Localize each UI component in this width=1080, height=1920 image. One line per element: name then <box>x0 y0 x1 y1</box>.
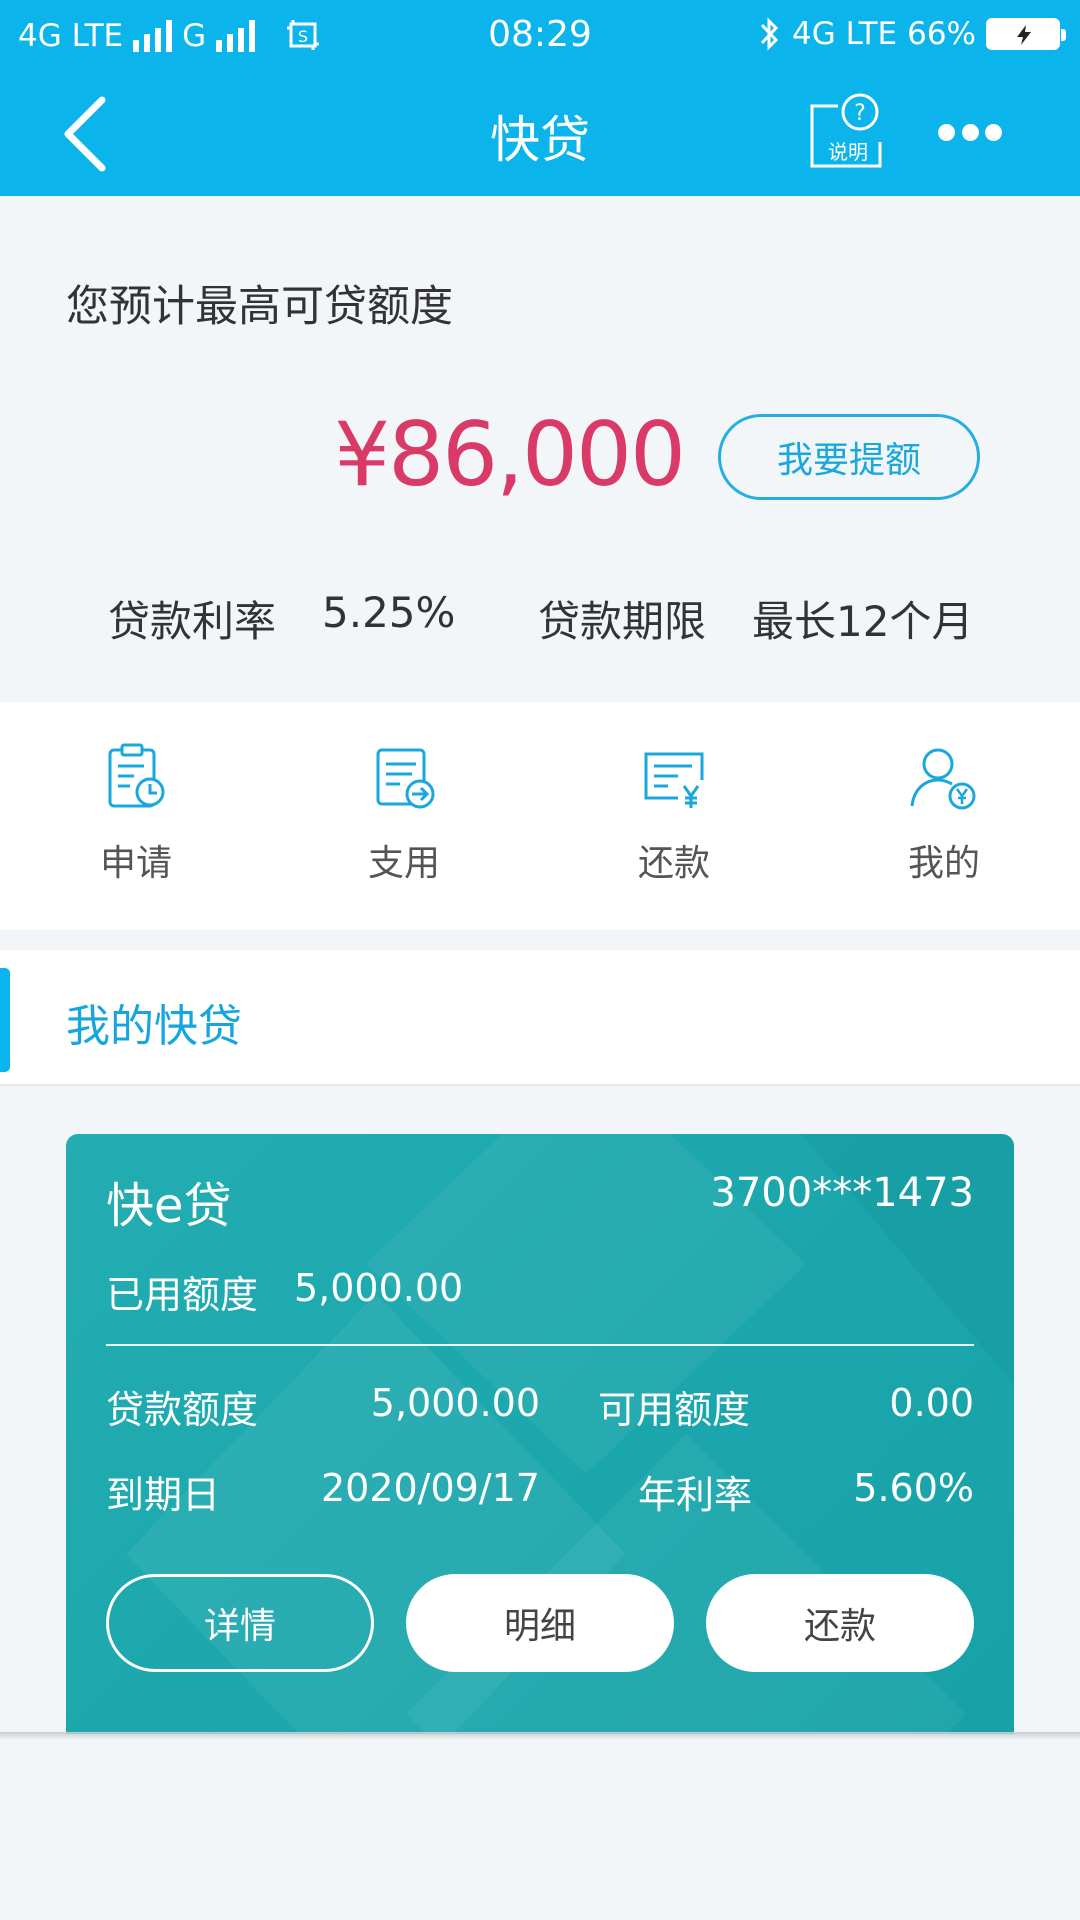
status-right: 4G LTE 66% <box>756 10 1066 58</box>
dot-icon <box>985 123 1002 141</box>
help-label: 说明 <box>828 140 868 164</box>
rate-label: 贷款利率 <box>108 597 277 646</box>
repay-button[interactable]: 还款 <box>706 1574 974 1672</box>
bottom-shadow <box>0 1732 1080 1740</box>
detail-button[interactable]: 详情 <box>106 1574 374 1672</box>
quota-title: 您预计最高可贷额度 <box>66 282 453 332</box>
bluetooth-icon <box>760 17 779 51</box>
battery-percent: 66% <box>907 16 976 52</box>
menu-repay[interactable]: 还款 <box>574 742 774 902</box>
menu-apply[interactable]: 申请 <box>36 742 236 902</box>
raise-limit-button[interactable]: 我要提额 <box>718 414 980 500</box>
used-amount-label: 已用额度 <box>106 1273 259 1317</box>
status-bar: 4G LTE G S 08:29 4G LTE 66% <box>0 0 1080 70</box>
menu-mine[interactable]: 我的 <box>844 742 1044 902</box>
loan-product-name: 快e贷 <box>106 1178 232 1234</box>
available-amount-value: 0.00 <box>889 1381 974 1425</box>
menu-label: 申请 <box>99 843 172 884</box>
rate-value: 5.25% <box>322 588 456 637</box>
apr-value: 5.60% <box>853 1466 974 1510</box>
card-divider <box>106 1344 974 1346</box>
due-date-label: 到期日 <box>106 1473 221 1517</box>
dot-icon <box>938 123 955 141</box>
application-clock-icon <box>108 743 165 808</box>
page-title: 快贷 <box>490 111 590 169</box>
section-accent-bar <box>0 968 10 1072</box>
battery-icon <box>986 18 1066 50</box>
network-label-3: 4G LTE <box>791 16 898 52</box>
svg-text:?: ? <box>854 101 866 126</box>
term-value: 最长12个月 <box>752 597 974 646</box>
term-label: 贷款期限 <box>538 597 707 646</box>
bottom-area <box>0 1734 1080 1920</box>
available-amount-label: 可用额度 <box>598 1388 751 1432</box>
quick-menu: 申请 支用 还款 我的 <box>0 702 1080 930</box>
dot-icon <box>961 123 979 141</box>
menu-label: 我的 <box>907 843 980 884</box>
used-amount-value: 5,000.00 <box>294 1266 464 1310</box>
app-header: 快贷 ? 说明 <box>0 70 1080 196</box>
more-options-button[interactable] <box>938 120 1002 144</box>
quota-amount: ¥86,000 <box>334 403 686 506</box>
due-date-value: 2020/09/17 <box>320 1466 540 1510</box>
menu-label: 还款 <box>637 843 710 884</box>
section-title: 我的快贷 <box>66 1001 242 1052</box>
repay-yen-icon <box>644 752 704 808</box>
apr-label: 年利率 <box>638 1473 753 1517</box>
menu-withdraw[interactable]: 支用 <box>304 742 504 902</box>
loan-amount-value: 5,000.00 <box>370 1381 540 1425</box>
loan-account-number: 3700***1473 <box>710 1170 974 1216</box>
statement-button[interactable]: 明细 <box>406 1574 674 1672</box>
loan-card[interactable]: 快e贷 3700***1473 已用额度 5,000.00 贷款额度 5,000… <box>66 1134 1014 1734</box>
card-action-row: 详情 明细 还款 <box>106 1574 974 1674</box>
help-button[interactable]: ? 说明 <box>808 92 886 170</box>
menu-label: 支用 <box>367 843 440 884</box>
loan-amount-label: 贷款额度 <box>106 1388 259 1432</box>
section-header: 我的快贷 <box>0 950 1080 1086</box>
user-yen-icon <box>910 748 976 810</box>
withdraw-arrow-icon <box>376 748 435 809</box>
